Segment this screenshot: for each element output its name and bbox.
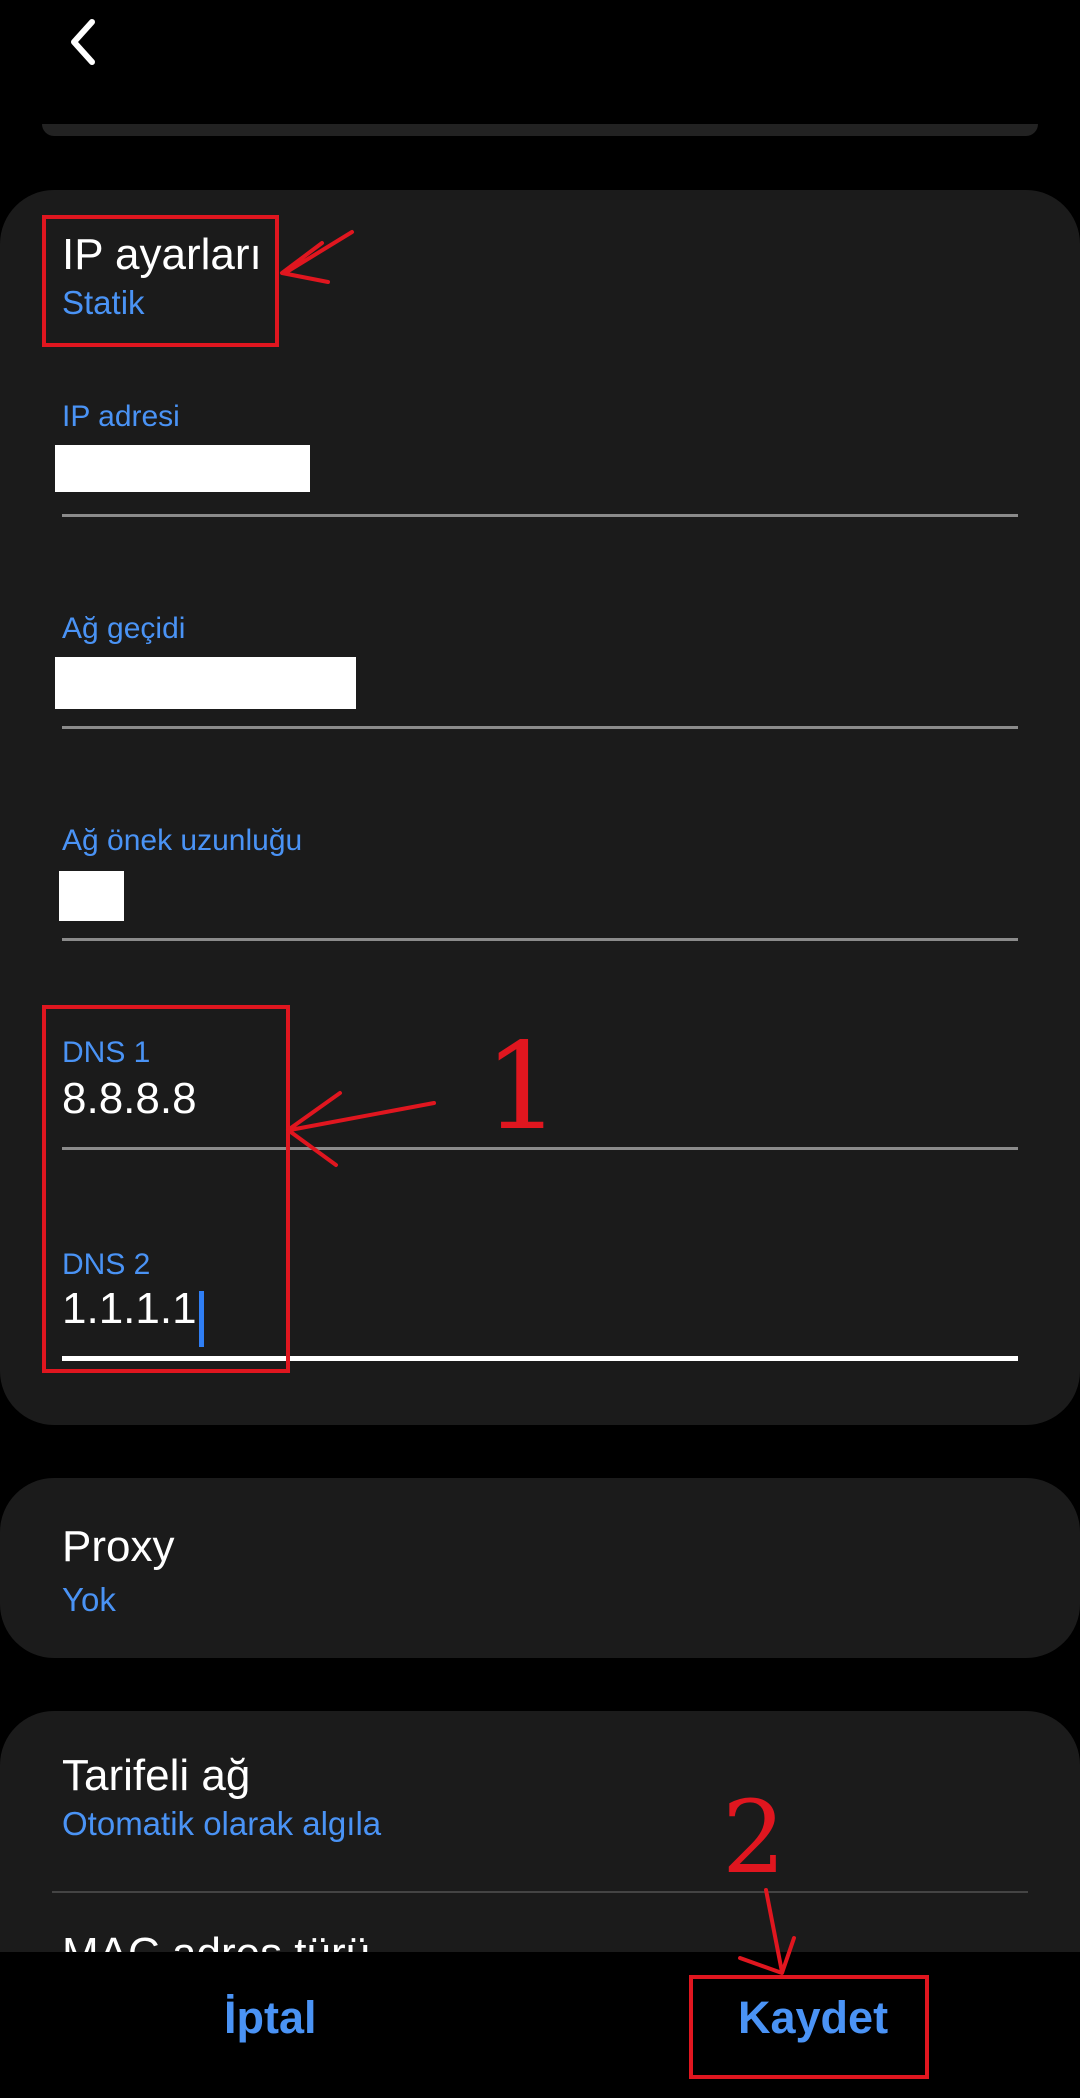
annotation-step-1: 1: [484, 1018, 560, 1157]
annotation-arrow-dns: [286, 1091, 436, 1167]
annotation-arrow-save: [738, 1888, 796, 1975]
annotation-step-2: 2: [722, 1779, 786, 1896]
annotation-arrow-ip-settings: [280, 230, 354, 284]
annotation-overlay: 1 2: [280, 230, 796, 1975]
